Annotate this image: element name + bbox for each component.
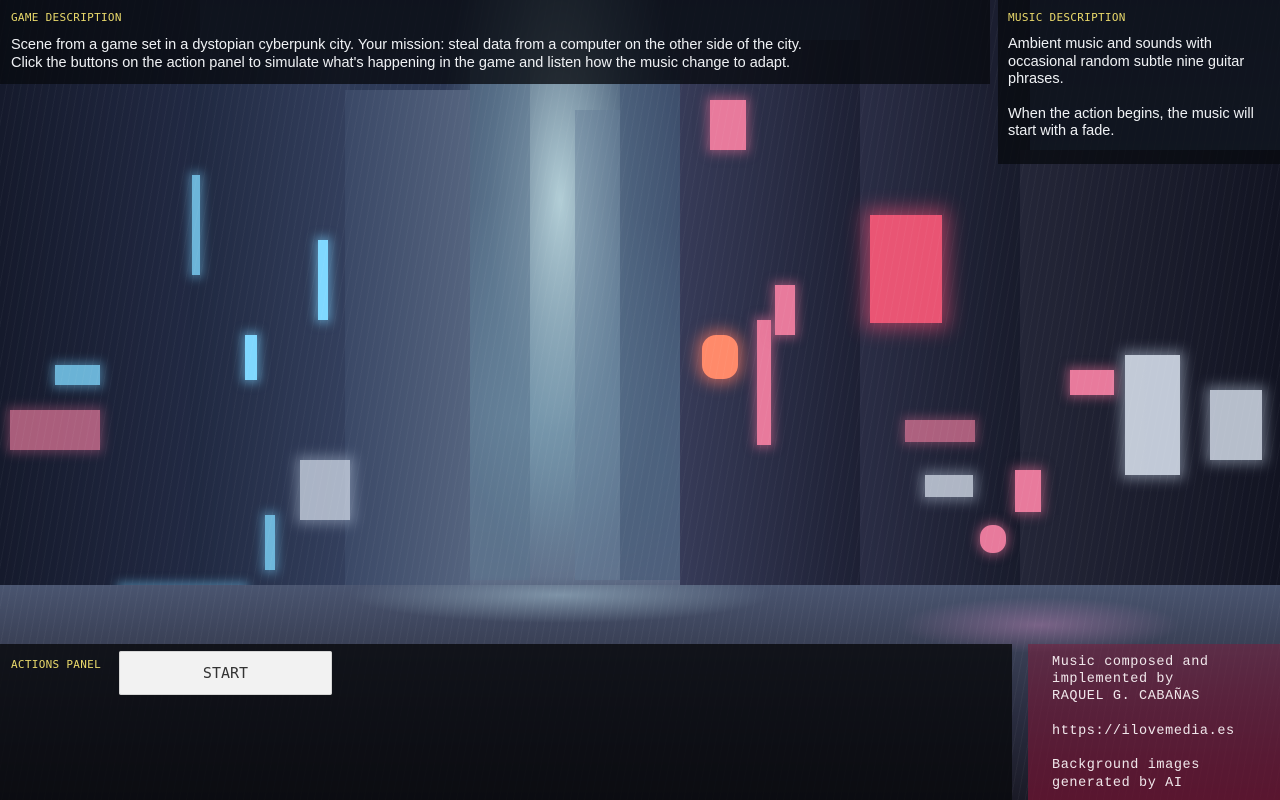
credits-text: generated by AI [1052, 776, 1183, 791]
game-description-label: GAME DESCRIPTION [11, 11, 122, 24]
credits-panel: Music composed and implemented by RAQUEL… [1028, 644, 1280, 800]
music-description-text: Ambient music and sounds with occasional… [1008, 36, 1270, 141]
website-link[interactable]: https://ilovemedia.es [1052, 723, 1235, 740]
music-description-paragraph: When the action begins, the music will s… [1008, 105, 1254, 140]
game-description-text: Scene from a game set in a dystopian cyb… [11, 37, 981, 72]
music-description-panel: MUSIC DESCRIPTION Ambient music and soun… [998, 0, 1280, 164]
game-description-line: Scene from a game set in a dystopian cyb… [11, 37, 802, 53]
music-description-label: MUSIC DESCRIPTION [1008, 11, 1126, 24]
music-description-paragraph: Ambient music and sounds with occasional… [1008, 36, 1245, 87]
actions-panel-label: ACTIONS PANEL [11, 658, 101, 671]
game-description-panel: GAME DESCRIPTION Scene from a game set i… [0, 0, 990, 84]
credits-text: implemented by [1052, 672, 1174, 687]
credits-text: Background images [1052, 758, 1200, 773]
actions-panel: ACTIONS PANEL START [0, 644, 1012, 800]
start-button[interactable]: START [119, 651, 332, 695]
composer-name: RAQUEL G. CABAÑAS [1052, 689, 1200, 704]
credits-text: Music composed and [1052, 655, 1209, 670]
game-description-line: Click the buttons on the action panel to… [11, 54, 791, 71]
